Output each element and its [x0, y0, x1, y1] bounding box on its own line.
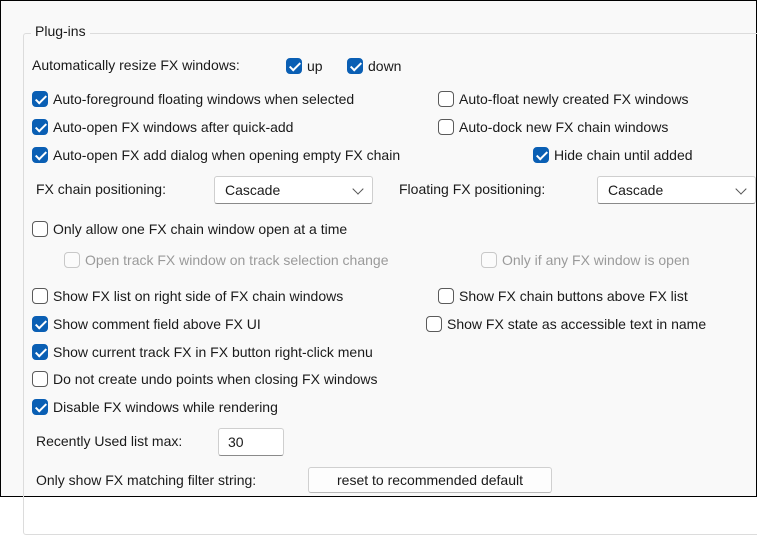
resize-down-checkbox[interactable]: down: [347, 58, 401, 74]
recent-max-label: Recently Used list max:: [36, 433, 183, 449]
checkbox-label: Auto-open FX add dialog when opening emp…: [53, 147, 401, 163]
checkbox-box: [438, 288, 454, 304]
hide-chain-checkbox[interactable]: Hide chain until added: [533, 147, 693, 163]
checkbox-label: Auto-dock new FX chain windows: [459, 119, 669, 135]
checkbox-label: Show FX list on right side of FX chain w…: [53, 288, 344, 304]
checkbox-label: Hide chain until added: [554, 147, 693, 163]
no-undo-points-checkbox[interactable]: Do not create undo points when closing F…: [32, 371, 378, 387]
chain-positioning-select[interactable]: Cascade: [214, 176, 373, 204]
select-value: Cascade: [225, 182, 281, 198]
checkbox-label: up: [307, 58, 323, 74]
only-if-open-checkbox[interactable]: Only if any FX window is open: [481, 252, 690, 268]
checkbox-label: Only allow one FX chain window open at a…: [53, 221, 348, 237]
checkbox-label: Show current track FX in FX button right…: [53, 344, 373, 360]
button-label: reset to recommended default: [337, 472, 523, 488]
only-one-chain-checkbox[interactable]: Only allow one FX chain window open at a…: [32, 221, 347, 237]
checkbox-box: [32, 91, 48, 107]
checkbox-label: Auto-float newly created FX windows: [459, 91, 689, 107]
checkbox-box: [32, 344, 48, 360]
checkbox-label: Auto-foreground floating windows when se…: [53, 91, 355, 107]
checkbox-box: [32, 147, 48, 163]
select-value: Cascade: [608, 182, 664, 198]
comment-field-checkbox[interactable]: Show comment field above FX UI: [32, 316, 261, 332]
checkbox-box: [32, 288, 48, 304]
checkbox-box: [32, 316, 48, 332]
checkbox-box: [32, 119, 48, 135]
checkbox-label: Auto-open FX windows after quick-add: [53, 119, 294, 135]
checkbox-box: [481, 252, 497, 268]
checkbox-label: Do not create undo points when closing F…: [53, 371, 378, 387]
checkbox-box: [426, 316, 442, 332]
floating-positioning-select[interactable]: Cascade: [597, 176, 756, 204]
auto-float-checkbox[interactable]: Auto-float newly created FX windows: [438, 91, 689, 107]
checkbox-box: [32, 371, 48, 387]
current-track-menu-checkbox[interactable]: Show current track FX in FX button right…: [32, 344, 373, 360]
preferences-panel: Plug-ins Automatically resize FX windows…: [0, 0, 757, 535]
resize-up-checkbox[interactable]: up: [286, 58, 323, 74]
checkbox-label: Show FX state as accessible text in name: [447, 316, 707, 332]
auto-open-add-dialog-checkbox[interactable]: Auto-open FX add dialog when opening emp…: [32, 147, 400, 163]
checkbox-label: Open track FX window on track selection …: [85, 252, 389, 268]
chain-positioning-label: FX chain positioning:: [36, 181, 166, 197]
checkbox-box: [32, 399, 48, 415]
checkbox-box: [438, 119, 454, 135]
reset-default-button[interactable]: reset to recommended default: [308, 467, 552, 493]
checkbox-box: [64, 252, 80, 268]
auto-foreground-checkbox[interactable]: Auto-foreground floating windows when se…: [32, 91, 354, 107]
resize-label: Automatically resize FX windows:: [32, 57, 240, 73]
plugins-groupbox: [23, 33, 757, 535]
checkbox-label: Show FX chain buttons above FX list: [459, 288, 688, 304]
checkbox-label: Only if any FX window is open: [502, 252, 690, 268]
disable-while-rendering-checkbox[interactable]: Disable FX windows while rendering: [32, 399, 278, 415]
fx-list-right-checkbox[interactable]: Show FX list on right side of FX chain w…: [32, 288, 343, 304]
chain-buttons-above-checkbox[interactable]: Show FX chain buttons above FX list: [438, 288, 688, 304]
filter-label: Only show FX matching filter string:: [36, 472, 257, 488]
checkbox-box: [438, 91, 454, 107]
open-track-fx-checkbox[interactable]: Open track FX window on track selection …: [64, 252, 389, 268]
checkbox-box: [286, 58, 302, 74]
auto-open-quick-add-checkbox[interactable]: Auto-open FX windows after quick-add: [32, 119, 293, 135]
floating-positioning-label: Floating FX positioning:: [399, 181, 546, 197]
input-value: 30: [228, 434, 244, 450]
checkbox-box: [32, 221, 48, 237]
chevron-down-icon: [735, 183, 747, 195]
recent-max-input[interactable]: 30: [218, 428, 284, 456]
checkbox-box: [533, 147, 549, 163]
checkbox-box: [347, 58, 363, 74]
fx-state-accessible-checkbox[interactable]: Show FX state as accessible text in name: [426, 316, 706, 332]
checkbox-label: Disable FX windows while rendering: [53, 399, 278, 415]
checkbox-label: down: [368, 58, 402, 74]
checkbox-label: Show comment field above FX UI: [53, 316, 261, 332]
chevron-down-icon: [352, 183, 364, 195]
group-title: Plug-ins: [31, 23, 90, 39]
auto-dock-checkbox[interactable]: Auto-dock new FX chain windows: [438, 119, 668, 135]
